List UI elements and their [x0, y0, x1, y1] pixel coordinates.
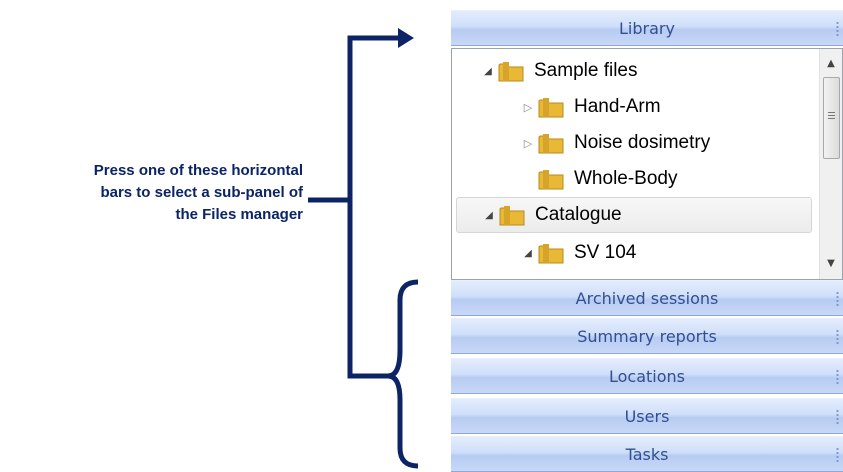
bracket-line [308, 35, 400, 203]
callout-line: Press one of these horizontal [93, 162, 303, 179]
tree-item-whole-body[interactable]: Whole-Body [538, 161, 678, 197]
triangle-right-icon[interactable]: ▷ [518, 137, 538, 150]
tree-item-sample-files[interactable]: ◢ Sample files [478, 53, 638, 89]
bar-label: Archived sessions [575, 288, 719, 308]
files-manager-panel: Library ◢ Sample files ▷ Hand-Arm ▷ Nois… [451, 10, 843, 472]
folder-icon [538, 170, 564, 190]
tree-item-label: Hand-Arm [574, 96, 661, 117]
bar-label: Tasks [625, 444, 669, 464]
grip-icon [836, 369, 839, 385]
archived-sessions-bar[interactable]: Archived sessions [451, 280, 843, 316]
vertical-scrollbar[interactable]: ▲ ▼ [819, 49, 842, 279]
bracket-line [347, 200, 388, 379]
tree-item-hand-arm[interactable]: ▷ Hand-Arm [518, 89, 661, 125]
scroll-thumb[interactable] [823, 77, 840, 159]
triangle-down-icon[interactable]: ◢ [518, 248, 538, 259]
grip-icon [836, 409, 839, 425]
triangle-down-icon[interactable]: ◢ [478, 66, 498, 77]
tree-item-noise-dosimetry[interactable]: ▷ Noise dosimetry [518, 125, 710, 161]
tasks-bar[interactable]: Tasks [451, 436, 843, 472]
library-bar[interactable]: Library [451, 10, 843, 46]
tree-item-sv104[interactable]: ◢ SV 104 [518, 235, 636, 271]
tree-item-label: SV 104 [574, 242, 637, 263]
tree-item-label: Sample files [534, 60, 638, 81]
folder-icon [538, 98, 564, 118]
scroll-down-icon[interactable]: ▼ [820, 253, 842, 275]
tree-item-catalogue[interactable]: ◢ Catalogue [456, 197, 812, 233]
instruction-callout: Press one of these horizontal bars to se… [0, 160, 303, 226]
callout-line: the Files manager [175, 206, 303, 223]
users-bar[interactable]: Users [451, 398, 843, 434]
triangle-right-icon[interactable]: ▷ [518, 101, 538, 114]
folder-icon [538, 244, 564, 264]
summary-reports-bar[interactable]: Summary reports [451, 318, 843, 354]
bar-label: Summary reports [577, 326, 717, 346]
callout-line: bars to select a sub-panel of [100, 184, 303, 201]
tree-item-label: Noise dosimetry [574, 132, 711, 153]
bar-label: Users [624, 406, 670, 426]
curly-brace [387, 279, 419, 469]
locations-bar[interactable]: Locations [451, 358, 843, 394]
grip-icon [836, 329, 839, 345]
bar-label: Locations [608, 366, 685, 386]
grip-icon [836, 447, 839, 463]
folder-icon [499, 206, 525, 226]
bar-label: Library [619, 18, 675, 38]
folder-icon [498, 62, 524, 82]
grip-icon [836, 291, 839, 307]
triangle-down-icon[interactable]: ◢ [479, 210, 499, 221]
folder-icon [538, 134, 564, 154]
library-tree: ◢ Sample files ▷ Hand-Arm ▷ Noise dosime… [451, 48, 843, 280]
arrow-head-icon [398, 28, 414, 48]
grip-icon [836, 21, 839, 37]
scroll-up-icon[interactable]: ▲ [820, 53, 842, 75]
tree-item-label: Whole-Body [574, 168, 678, 189]
tree-item-label: Catalogue [535, 204, 622, 225]
